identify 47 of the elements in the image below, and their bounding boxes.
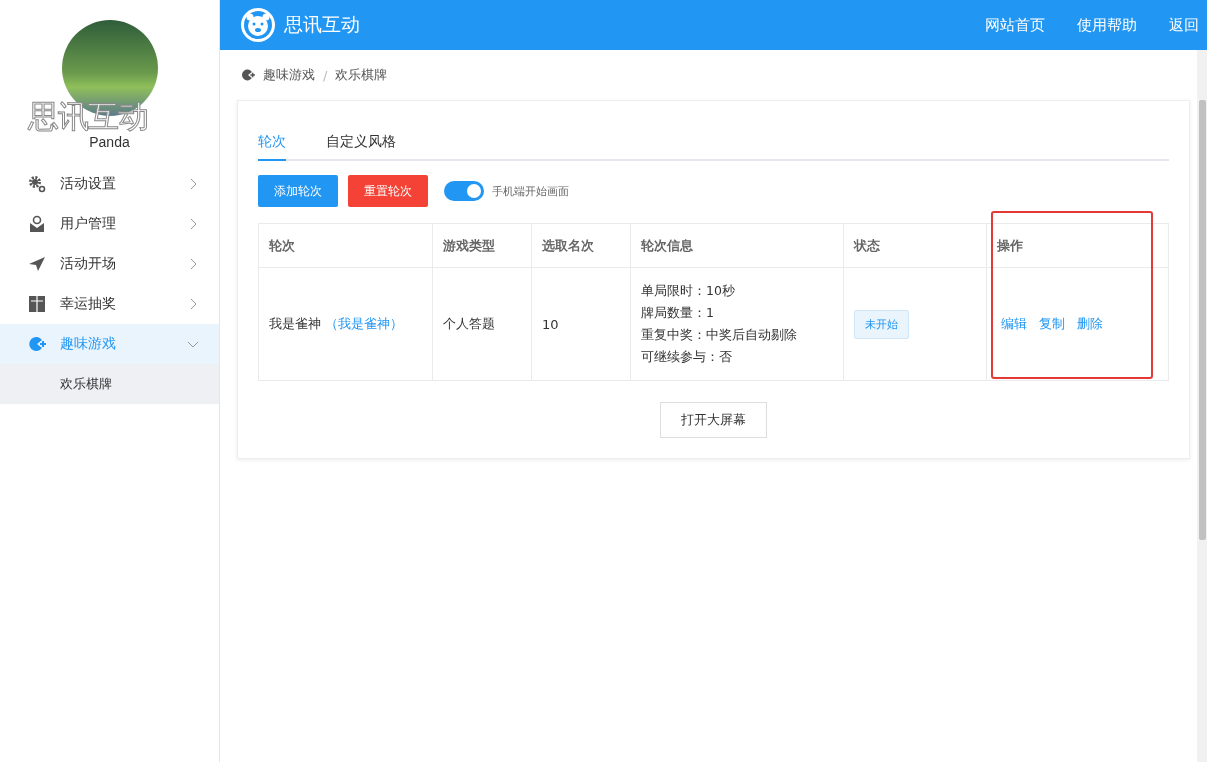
info-line: 重复中奖：中奖后自动剔除 xyxy=(641,326,798,344)
action-link[interactable]: 复制 xyxy=(1039,315,1065,333)
game-icon xyxy=(28,335,46,353)
add-button[interactable]: 添加轮次 xyxy=(258,175,338,207)
column-header: 选取名次 xyxy=(531,223,631,268)
sidebar-item[interactable]: 用户管理 xyxy=(0,204,219,244)
column-header: 轮次 xyxy=(258,223,433,268)
nav-link[interactable]: 返回 xyxy=(1169,15,1199,35)
sidebar-subitem[interactable]: 欢乐棋牌 xyxy=(0,364,219,404)
scrollbar[interactable] xyxy=(1197,50,1207,762)
round-link[interactable]: （我是雀神） xyxy=(325,316,404,331)
logo-text: 思讯互动 xyxy=(284,12,360,37)
paper-plane-icon xyxy=(28,255,46,273)
sidebar-item[interactable]: 活动设置 xyxy=(0,164,219,204)
bear-logo-icon xyxy=(240,7,276,43)
table-cell: 10 xyxy=(531,267,631,381)
gears-icon xyxy=(28,175,46,193)
nav-link[interactable]: 网站首页 xyxy=(985,15,1045,35)
tab[interactable]: 轮次 xyxy=(258,127,286,161)
table-cell: 我是雀神 xyxy=(269,316,321,331)
open-big-screen-button[interactable]: 打开大屏幕 xyxy=(660,402,767,438)
breadcrumb-item: 欢乐棋牌 xyxy=(335,66,388,84)
game-icon xyxy=(241,68,255,82)
column-header: 轮次信息 xyxy=(630,223,844,268)
sidebar-item[interactable]: 活动开场 xyxy=(0,244,219,284)
sidebar-item[interactable]: 趣味游戏 xyxy=(0,324,219,364)
user-mail-icon xyxy=(28,215,46,233)
sidebar-item[interactable]: 幸运抽奖 xyxy=(0,284,219,324)
toggle-switch[interactable] xyxy=(444,181,484,201)
breadcrumb-separator: / xyxy=(323,67,328,83)
column-header: 操作 xyxy=(986,223,1169,268)
user-name: Panda xyxy=(89,134,130,150)
info-line: 可继续参与：否 xyxy=(641,348,733,366)
info-line: 单局限时：10秒 xyxy=(641,282,736,300)
reset-button[interactable]: 重置轮次 xyxy=(348,175,428,207)
action-link[interactable]: 编辑 xyxy=(1001,315,1027,333)
nav-link[interactable]: 使用帮助 xyxy=(1077,15,1137,35)
action-link[interactable]: 删除 xyxy=(1077,315,1103,333)
breadcrumb-item[interactable]: 趣味游戏 xyxy=(263,66,315,84)
table-cell: 个人答题 xyxy=(432,267,532,381)
info-line: 牌局数量：1 xyxy=(641,304,715,322)
column-header: 状态 xyxy=(843,223,987,268)
column-header: 游戏类型 xyxy=(432,223,532,268)
tab[interactable]: 自定义风格 xyxy=(326,127,396,161)
toggle-label: 手机端开始画面 xyxy=(492,183,569,199)
gift-icon xyxy=(28,295,46,313)
status-tag: 未开始 xyxy=(854,309,909,339)
